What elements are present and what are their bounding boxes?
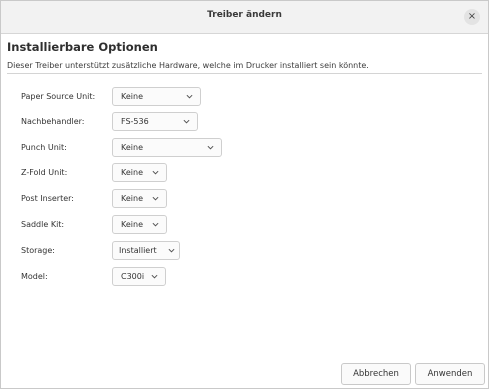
- chevron-down-icon: [152, 170, 159, 175]
- chevron-down-icon: [183, 119, 190, 124]
- window-title: Treiber ändern: [207, 10, 282, 20]
- cancel-button[interactable]: Abbrechen: [341, 363, 411, 385]
- combo-value: Keine: [121, 143, 143, 152]
- option-label-paper-source-unit: Paper Source Unit:: [21, 92, 96, 101]
- section-description: Dieser Treiber unterstützt zusätzliche H…: [7, 61, 369, 70]
- combo-value: Installiert: [119, 246, 157, 255]
- apply-button[interactable]: Anwenden: [415, 363, 485, 385]
- option-label-punch-unit: Punch Unit:: [21, 143, 67, 152]
- option-label-saddle-kit: Saddle Kit:: [21, 220, 65, 229]
- chevron-down-icon: [151, 274, 158, 279]
- combo-nachbehandler[interactable]: FS-536: [112, 112, 198, 131]
- combo-punch-unit[interactable]: Keine: [112, 138, 222, 157]
- chevron-down-icon: [186, 94, 193, 99]
- combo-saddle-kit[interactable]: Keine: [112, 215, 167, 234]
- combo-paper-source-unit[interactable]: Keine: [112, 87, 201, 106]
- chevron-down-icon: [152, 222, 159, 227]
- chevron-down-icon: [152, 196, 159, 201]
- close-icon: ×: [467, 11, 477, 22]
- combo-model[interactable]: C300i: [112, 267, 166, 286]
- divider: [7, 73, 482, 74]
- chevron-down-icon: [168, 248, 175, 253]
- chevron-down-icon: [207, 145, 214, 150]
- combo-value: Keine: [121, 92, 143, 101]
- option-label-storage: Storage:: [21, 246, 55, 255]
- option-label-nachbehandler: Nachbehandler:: [21, 117, 85, 126]
- combo-value: FS-536: [121, 117, 149, 126]
- title-bar: Treiber ändern ×: [1, 1, 488, 34]
- combo-post-inserter[interactable]: Keine: [112, 189, 167, 208]
- combo-value: Keine: [121, 194, 143, 203]
- combo-value: Keine: [121, 220, 143, 229]
- combo-z-fold-unit[interactable]: Keine: [112, 163, 167, 182]
- combo-value: Keine: [121, 168, 143, 177]
- close-button[interactable]: ×: [464, 9, 480, 25]
- combo-value: C300i: [121, 272, 145, 281]
- section-heading: Installierbare Optionen: [7, 40, 158, 54]
- option-label-z-fold-unit: Z-Fold Unit:: [21, 168, 68, 177]
- option-label-post-inserter: Post Inserter:: [21, 194, 74, 203]
- dialog-window: Treiber ändern × Installierbare Optionen…: [0, 0, 489, 389]
- combo-storage[interactable]: Installiert: [112, 241, 180, 260]
- option-label-model: Model:: [21, 272, 48, 281]
